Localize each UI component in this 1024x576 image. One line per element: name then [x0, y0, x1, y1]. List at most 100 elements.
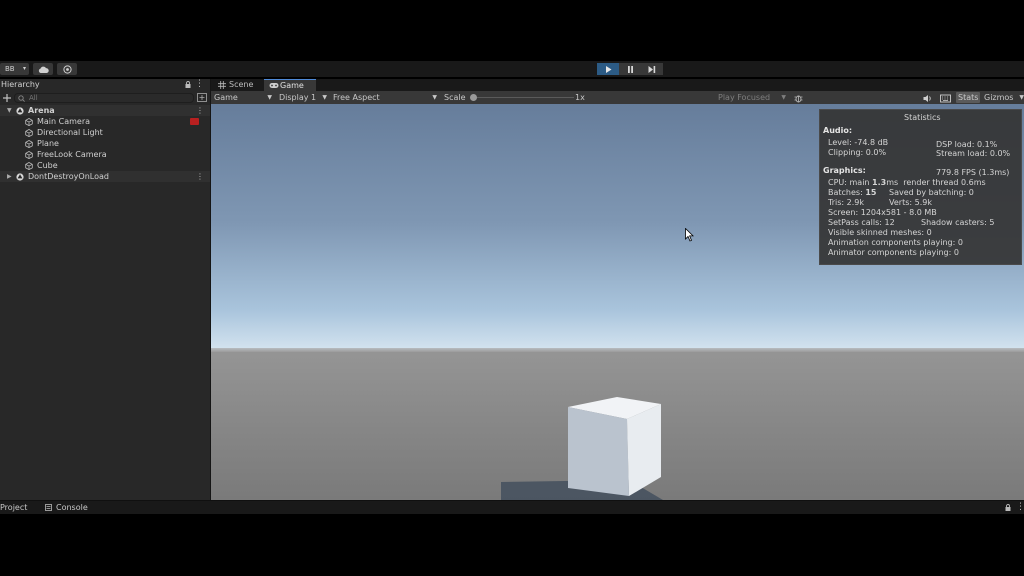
- hierarchy-title: Hierarchy: [1, 80, 40, 89]
- collab-icon: [62, 64, 72, 74]
- aspect-label: Free Aspect: [333, 93, 380, 102]
- screen-info: Screen: 1204x581 - 8.0 MB: [828, 208, 937, 217]
- tree-item-label: Arena: [28, 106, 55, 115]
- graphics-header: Graphics:: [823, 166, 866, 175]
- letterbox-bottom: [0, 514, 1024, 576]
- scale-slider-handle[interactable]: [470, 94, 477, 101]
- scene-menu-icon[interactable]: ⋮: [196, 171, 204, 182]
- collapse-arrow-icon[interactable]: ▶: [7, 171, 12, 182]
- aspect-dropdown[interactable]: Free Aspect ▼: [333, 92, 437, 103]
- bug-icon[interactable]: [794, 93, 803, 104]
- chevron-down-icon: ▼: [322, 94, 327, 101]
- playmode-controls: [597, 63, 663, 75]
- animation-components: Animation components playing: 0: [828, 238, 963, 247]
- pause-icon: [627, 65, 633, 73]
- chevron-down-icon: ▼: [1019, 94, 1024, 101]
- tree-item-label: Directional Light: [37, 128, 103, 137]
- chevron-down-icon: ▼: [267, 94, 272, 101]
- tree-item-label: Cube: [37, 161, 58, 170]
- gameobject-cube-icon: [25, 118, 33, 126]
- verts-count: Verts: 5.9k: [889, 198, 932, 207]
- display-dropdown[interactable]: Display 1 ▼: [279, 92, 327, 103]
- play-icon: [605, 65, 611, 73]
- expand-arrow-icon[interactable]: ▼: [7, 105, 12, 116]
- tree-item-cube[interactable]: Cube: [0, 160, 210, 171]
- tab-scene[interactable]: Scene: [213, 79, 263, 91]
- gizmos-label: Gizmos: [984, 93, 1014, 102]
- scene-menu-icon[interactable]: ⋮: [196, 105, 204, 116]
- game-mode-label: Game: [214, 93, 238, 102]
- play-button[interactable]: [597, 63, 619, 75]
- animator-components: Animator components playing: 0: [828, 248, 959, 257]
- saved-batching: Saved by batching: 0: [889, 188, 974, 197]
- setpass-calls: SetPass calls: 12: [828, 218, 895, 227]
- grid-icon: [218, 81, 226, 89]
- filter-icon[interactable]: [197, 93, 207, 102]
- scale-slider[interactable]: [474, 97, 574, 98]
- tree-item-plane[interactable]: Plane: [0, 138, 210, 149]
- speaker-icon[interactable]: [923, 93, 933, 104]
- scale-value: 1x: [575, 93, 585, 102]
- tree-item-directional-light[interactable]: Directional Light: [0, 127, 210, 138]
- tab-console[interactable]: Console: [56, 503, 88, 512]
- gizmos-dropdown[interactable]: Gizmos ▼: [984, 92, 1024, 103]
- step-icon: [648, 65, 656, 73]
- account-dropdown[interactable]: BB ▾: [0, 63, 29, 75]
- play-focused-label: Play Focused: [718, 93, 771, 102]
- skinned-meshes: Visible skinned meshes: 0: [828, 228, 932, 237]
- tree-item-arena[interactable]: ▼ Arena ⋮: [0, 105, 210, 116]
- pause-button[interactable]: [619, 63, 641, 75]
- audio-clipping: Clipping: 0.0%: [828, 148, 887, 157]
- hierarchy-search-row: All: [0, 91, 210, 104]
- tree-item-label: Plane: [37, 139, 59, 148]
- cloud-icon: [38, 66, 49, 73]
- tree-item-label: Main Camera: [37, 117, 91, 126]
- cpu-main-value: 1.3: [872, 178, 887, 187]
- batches-value: 15: [865, 188, 877, 197]
- audio-level: Level: -74.8 dB: [828, 138, 889, 147]
- scale-label: Scale: [444, 93, 466, 102]
- chevron-down-icon: ▼: [781, 94, 786, 101]
- lock-icon[interactable]: [185, 81, 191, 88]
- bottom-tabbar: Project Console ⋮: [0, 500, 1024, 514]
- hierarchy-tree: ▼ Arena ⋮ Main Camera Directional Light …: [0, 104, 210, 500]
- audio-header: Audio:: [823, 126, 853, 135]
- tree-item-main-camera[interactable]: Main Camera: [0, 116, 210, 127]
- tab-label: Game: [280, 81, 304, 90]
- display-label: Display 1: [279, 93, 317, 102]
- main-toolbar: BB ▾: [0, 61, 1024, 77]
- hierarchy-tab[interactable]: Hierarchy ⋮: [0, 79, 210, 91]
- fps-value: 779.8 FPS (1.3ms): [936, 168, 1010, 177]
- step-button[interactable]: [641, 63, 663, 75]
- tris-count: Tris: 2.9k: [828, 198, 864, 207]
- play-focused-dropdown[interactable]: Play Focused ▼: [718, 92, 786, 103]
- gameobject-cube-icon: [25, 140, 33, 148]
- stream-load: Stream load: 0.0%: [936, 149, 1011, 158]
- game-toolbar: Game ▼ Display 1 ▼ Free Aspect ▼ Scale 1…: [211, 91, 1024, 104]
- search-icon: [18, 95, 25, 102]
- tree-item-freelook-camera[interactable]: FreeLook Camera: [0, 149, 210, 160]
- tree-item-dontdestroyonload[interactable]: ▶ DontDestroyOnLoad ⋮: [0, 171, 210, 182]
- game-mode-dropdown[interactable]: Game ▼: [214, 92, 272, 103]
- lock-icon[interactable]: [1005, 504, 1011, 511]
- console-icon: [45, 504, 52, 511]
- stats-toggle[interactable]: Stats: [956, 92, 981, 103]
- tab-game[interactable]: Game: [264, 79, 316, 91]
- panel-menu-icon[interactable]: ⋮: [1016, 502, 1024, 512]
- hierarchy-search-input[interactable]: All: [14, 93, 194, 103]
- gameobject-cube-icon: [25, 129, 33, 137]
- unity-scene-icon: [16, 107, 24, 115]
- shadow-casters: Shadow casters: 5: [921, 218, 995, 227]
- add-icon[interactable]: [2, 93, 12, 103]
- hierarchy-menu-icon[interactable]: ⋮: [195, 79, 204, 89]
- unity-scene-icon: [16, 173, 24, 181]
- letterbox-top: [0, 0, 1024, 61]
- chevron-down-icon: ▼: [432, 94, 437, 101]
- keyboard-icon[interactable]: [940, 93, 951, 104]
- batches-prefix: Batches:: [828, 188, 866, 197]
- mouse-cursor-icon: [685, 228, 694, 242]
- chevron-down-icon: ▾: [22, 65, 26, 72]
- collab-button[interactable]: [57, 63, 77, 75]
- tab-project[interactable]: Project: [0, 503, 27, 512]
- cloud-button[interactable]: [33, 63, 53, 75]
